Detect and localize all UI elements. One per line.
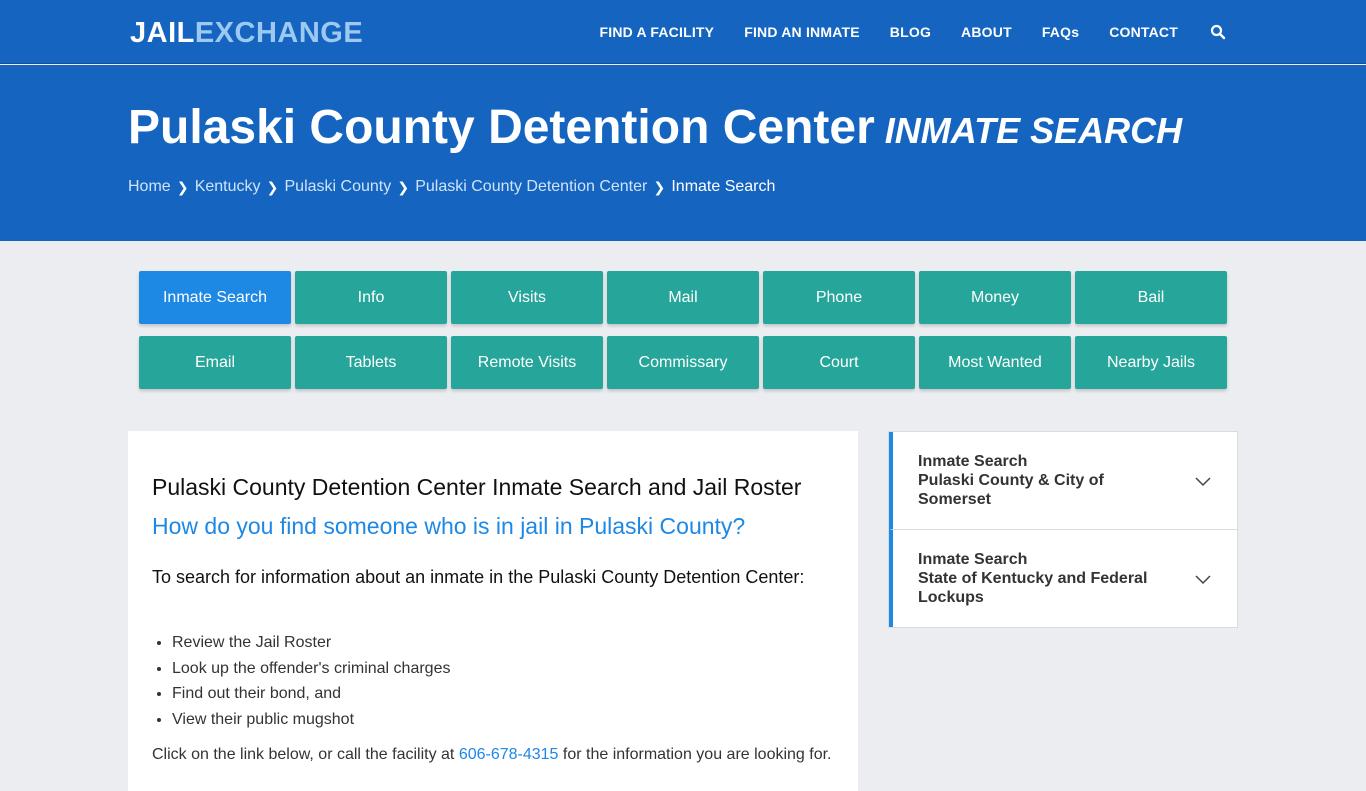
nav-faqs[interactable]: FAQs — [1042, 24, 1079, 40]
tab-email[interactable]: Email — [139, 336, 291, 389]
main-content: Pulaski County Detention Center Inmate S… — [128, 431, 858, 791]
phone-link[interactable]: 606-678-4315 — [459, 746, 559, 763]
tab-info[interactable]: Info — [295, 271, 447, 324]
breadcrumb-home[interactable]: Home — [128, 178, 171, 196]
list-item: Look up the offender's criminal charges — [172, 656, 450, 682]
page-title-sub: INMATE SEARCH — [884, 110, 1183, 151]
content-heading: Pulaski County Detention Center Inmate S… — [152, 474, 802, 500]
site-logo[interactable]: JAILEXCHANGE — [130, 16, 363, 50]
accordion-state-search[interactable]: Inmate Search State of Kentucky and Fede… — [889, 530, 1237, 627]
tab-court[interactable]: Court — [763, 336, 915, 389]
breadcrumb-kentucky[interactable]: Kentucky — [195, 178, 261, 196]
tab-bail[interactable]: Bail — [1075, 271, 1227, 324]
accordion-title: Inmate Search — [918, 453, 1028, 470]
tab-phone[interactable]: Phone — [763, 271, 915, 324]
sidebar: Inmate Search Pulaski County & City of S… — [888, 431, 1238, 628]
breadcrumb: Home ❯ Kentucky ❯ Pulaski County ❯ Pulas… — [128, 178, 775, 196]
tab-remote-visits[interactable]: Remote Visits — [451, 336, 603, 389]
facility-tabs: Inmate Search Info Visits Mail Phone Mon… — [139, 271, 1231, 389]
info-list: Review the Jail Roster Look up the offen… — [172, 630, 450, 732]
top-navbar: JAILEXCHANGE FIND A FACILITY FIND AN INM… — [0, 0, 1366, 64]
para-text-after: for the information you are looking for. — [558, 746, 832, 763]
tab-tablets[interactable]: Tablets — [295, 336, 447, 389]
tab-most-wanted[interactable]: Most Wanted — [919, 336, 1071, 389]
search-icon[interactable] — [1210, 24, 1226, 40]
accordion-local-search[interactable]: Inmate Search Pulaski County & City of S… — [889, 432, 1237, 530]
nav-blog[interactable]: BLOG — [890, 24, 931, 40]
main-nav: FIND A FACILITY FIND AN INMATE BLOG ABOU… — [569, 0, 1226, 64]
logo-jail: JAIL — [130, 17, 195, 49]
para-text-before: Click on the link below, or call the fac… — [152, 746, 459, 763]
chevron-right-icon: ❯ — [397, 178, 410, 195]
tab-commissary[interactable]: Commissary — [607, 336, 759, 389]
content-intro: To search for information about an inmat… — [152, 567, 805, 587]
logo-exchange: EXCHANGE — [194, 17, 364, 49]
tab-visits[interactable]: Visits — [451, 271, 603, 324]
tab-nearby-jails[interactable]: Nearby Jails — [1075, 336, 1227, 389]
accordion-title: Inmate Search — [918, 551, 1028, 568]
chevron-down-icon[interactable] — [1195, 473, 1211, 489]
breadcrumb-facility[interactable]: Pulaski County Detention Center — [415, 178, 647, 196]
nav-find-facility[interactable]: FIND A FACILITY — [599, 24, 714, 40]
accordion-subtitle: Pulaski County & City of Somerset — [918, 472, 1104, 508]
list-item: Review the Jail Roster — [172, 630, 450, 656]
contact-paragraph: Click on the link below, or call the fac… — [152, 746, 832, 764]
page-title: Pulaski County Detention Center INMATE SE… — [128, 101, 1182, 158]
accordion-subtitle: State of Kentucky and Federal Lockups — [918, 570, 1148, 606]
breadcrumb-current: Inmate Search — [671, 178, 776, 195]
nav-contact[interactable]: CONTACT — [1109, 24, 1178, 40]
list-item: View their public mugshot — [172, 707, 450, 733]
breadcrumb-pulaski-county[interactable]: Pulaski County — [285, 178, 392, 196]
page-title-main: Pulaski County Detention Center — [128, 101, 875, 154]
tab-money[interactable]: Money — [919, 271, 1071, 324]
list-item: Find out their bond, and — [172, 681, 450, 707]
nav-about[interactable]: ABOUT — [961, 24, 1012, 40]
chevron-right-icon: ❯ — [653, 178, 666, 195]
chevron-down-icon[interactable] — [1195, 571, 1211, 587]
hero-banner: Pulaski County Detention Center INMATE SE… — [0, 65, 1366, 241]
tab-mail[interactable]: Mail — [607, 271, 759, 324]
chevron-right-icon: ❯ — [176, 178, 189, 195]
content-question: How do you find someone who is in jail i… — [152, 513, 746, 539]
nav-find-inmate[interactable]: FIND AN INMATE — [744, 24, 860, 40]
chevron-right-icon: ❯ — [266, 178, 279, 195]
tab-inmate-search[interactable]: Inmate Search — [139, 271, 291, 324]
